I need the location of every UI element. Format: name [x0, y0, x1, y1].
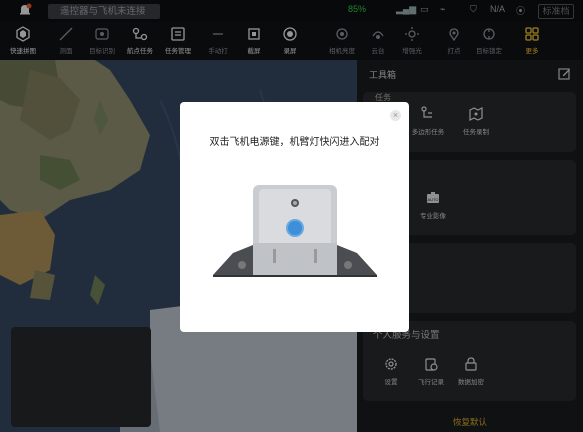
pairing-dialog: × 双击飞机电源键，机臂灯快闪进入配对	[180, 102, 409, 332]
app-window: 遥控器与飞机未连接 85% ▂▄▆ ▭ ⌁ ⛉ N/A ⦿ 标准档 快速拼图 测面…	[0, 0, 583, 432]
pairing-message: 双击飞机电源键，机臂灯快闪进入配对	[209, 137, 380, 148]
drone-pairing-illustration	[213, 185, 377, 277]
close-button[interactable]: ×	[390, 110, 401, 121]
